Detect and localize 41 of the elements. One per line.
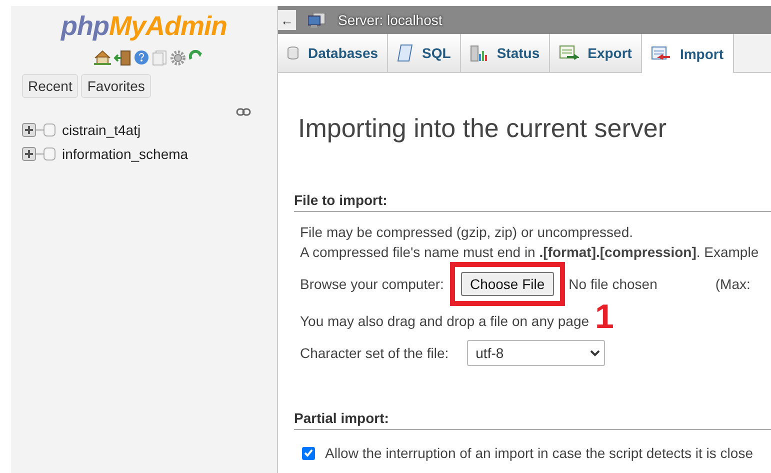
compression-note: File may be compressed (gzip, zip) or uncompressed. [300, 224, 634, 240]
checkbox[interactable] [302, 446, 315, 460]
scroll-icon [397, 44, 414, 62]
tab[interactable]: SQL [388, 34, 461, 72]
charset-label: Character set of the file: [300, 345, 449, 361]
browse-label: Browse your computer: [300, 276, 444, 292]
file-status: No file chosen [568, 276, 658, 292]
collapse-button[interactable]: ← [278, 10, 296, 30]
tab[interactable]: Status [460, 34, 550, 72]
expand-icon[interactable] [22, 147, 58, 161]
home-icon[interactable] [94, 50, 110, 65]
page-heading: Importing into the current server [298, 113, 668, 144]
import-icon [650, 46, 671, 62]
tab[interactable]: Export [550, 34, 642, 72]
sidebar-tab-button[interactable]: Recent [22, 74, 78, 98]
sidebar-tab-button[interactable]: Favorites [81, 74, 151, 98]
max-size-label: (Max: [715, 276, 750, 292]
tab[interactable]: Databases [278, 34, 388, 72]
exit-door-icon[interactable] [114, 50, 130, 66]
section-title: File to import: [294, 192, 771, 212]
section-title: Partial import: [294, 410, 771, 430]
step-number: 1 [595, 300, 614, 334]
settings-icon[interactable] [170, 50, 186, 66]
database-link[interactable]: cistrain_t4atj [62, 122, 141, 138]
help-icon[interactable] [134, 50, 148, 65]
chevron-down-icon [590, 350, 600, 356]
server-icon [308, 12, 326, 28]
bar-chart-icon [470, 44, 488, 62]
logo: phpMyAdmin [60, 11, 228, 42]
checkbox-label: Allow the interruption of an import in case the script detects it is close [325, 445, 753, 461]
expand-icon[interactable] [22, 123, 58, 137]
filename-note: A compressed file's name must end in .[format].[compression]. Example [300, 244, 760, 260]
database-icon [287, 46, 299, 60]
link-icon[interactable] [236, 108, 251, 116]
export-icon [558, 45, 579, 61]
drag-drop-note: You may also drag and drop a file on any page [300, 313, 590, 329]
database-link[interactable]: information_schema [62, 146, 188, 162]
server-title: Server: localhost [338, 12, 442, 28]
tab[interactable]: Import [642, 34, 734, 73]
choose-file-button[interactable]: Choose File [460, 272, 554, 296]
charset-select[interactable]: utf-8 [466, 340, 605, 366]
